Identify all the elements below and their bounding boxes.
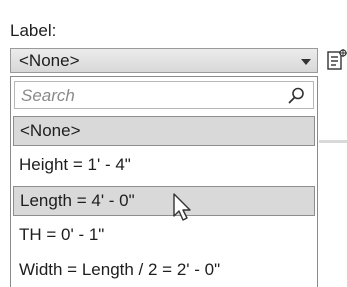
combo-selected-value: <None> — [19, 51, 80, 70]
label-caption: Label: — [10, 21, 57, 40]
label-dropdown-list: Search <None> Height = 1' - 4" Length = … — [10, 76, 318, 287]
background-strip — [319, 140, 347, 143]
option-width[interactable]: Width = Length / 2 = 2' - 0" — [13, 256, 315, 286]
search-icon[interactable] — [288, 87, 305, 104]
option-length[interactable]: Length = 4' - 0" — [13, 186, 315, 216]
option-height[interactable]: Height = 1' - 4" — [13, 151, 315, 181]
chevron-down-icon[interactable] — [299, 53, 313, 69]
edit-label-icon[interactable] — [327, 49, 347, 73]
label-combo-box[interactable]: <None> — [10, 48, 318, 73]
mouse-pointer-icon — [173, 193, 191, 221]
option-none[interactable]: <None> — [13, 116, 315, 146]
label-dropdown-panel: Label: <None> Search <None> Height = 1' … — [0, 0, 347, 287]
option-th[interactable]: TH = 0' - 1" — [13, 221, 315, 251]
search-field[interactable]: Search — [14, 81, 314, 109]
search-placeholder: Search — [21, 86, 75, 105]
